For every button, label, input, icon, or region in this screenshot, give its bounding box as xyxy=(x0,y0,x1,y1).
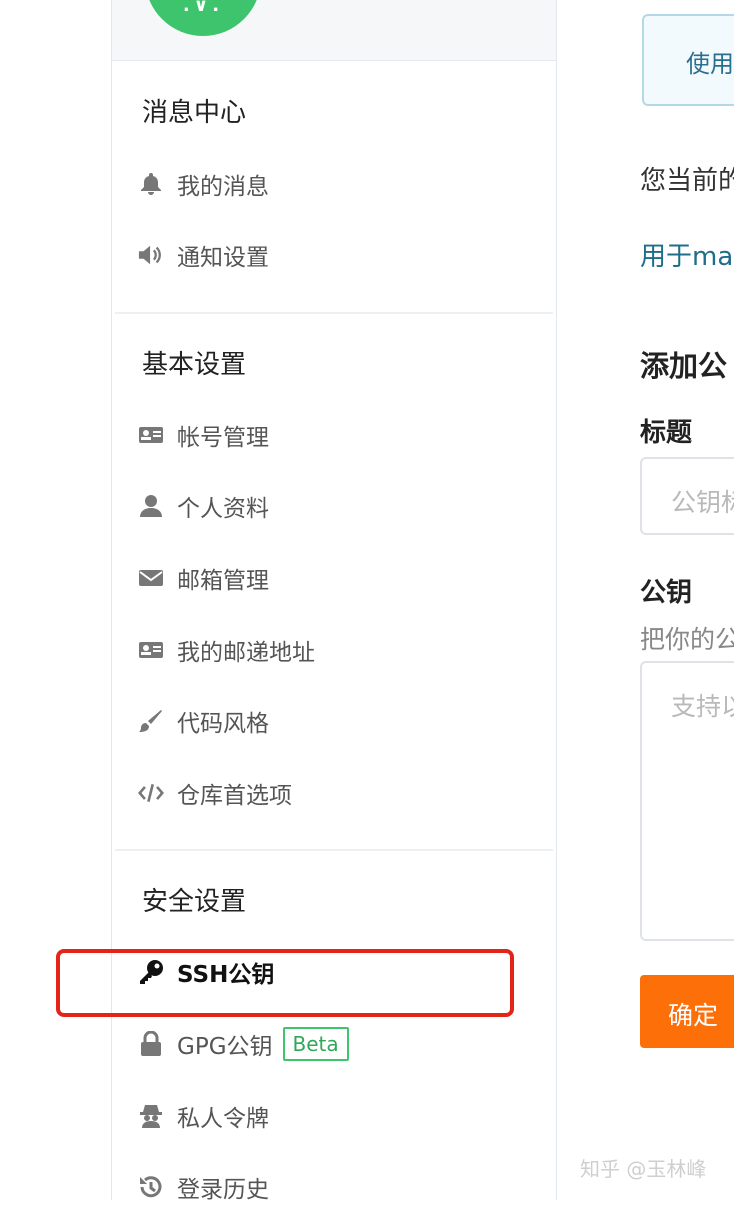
title-label: 标题 xyxy=(640,418,693,448)
settings-sidebar: .∨. 消息中心 我的消息 通知设置 基本设置 帐号管理 个人资料 邮箱管理 我… xyxy=(111,0,557,1203)
current-status-text: 您当前的 xyxy=(640,166,734,196)
title-placeholder: 公钥标 xyxy=(671,488,734,517)
sidebar-item-profile[interactable]: 个人资料 xyxy=(138,486,269,526)
beta-badge: Beta xyxy=(282,1027,349,1061)
section-divider xyxy=(115,312,553,314)
envelope-icon xyxy=(138,565,164,591)
ssh-highlight-annotation xyxy=(56,949,514,1017)
section-title-message-center: 消息中心 xyxy=(142,98,247,128)
sidebar-item-label: 登录历史 xyxy=(177,1177,269,1203)
sidebar-item-login-history[interactable]: 登录历史 xyxy=(138,1167,269,1207)
history-icon xyxy=(138,1174,164,1200)
id-card-icon xyxy=(138,422,164,448)
key-hint: 把你的公 xyxy=(640,625,734,654)
section-title-security-settings: 安全设置 xyxy=(142,887,247,917)
id-card-icon xyxy=(138,637,164,663)
section-divider xyxy=(115,849,553,851)
paint-brush-icon xyxy=(138,708,164,734)
key-label: 公钥 xyxy=(640,578,693,608)
bell-icon xyxy=(138,171,164,197)
sidebar-item-label: 代码风格 xyxy=(177,711,269,737)
avatar[interactable]: .∨. xyxy=(145,0,261,36)
spy-icon xyxy=(138,1103,164,1129)
key-placeholder: 支持以 xyxy=(671,692,734,721)
sidebar-item-label: GPG公钥 xyxy=(177,1034,273,1060)
sidebar-item-account-management[interactable]: 帐号管理 xyxy=(138,415,269,455)
sidebar-item-repo-preferences[interactable]: 仓库首选项 xyxy=(138,773,292,813)
usage-link[interactable]: 用于ma xyxy=(640,236,733,273)
sidebar-item-email-management[interactable]: 邮箱管理 xyxy=(138,558,269,598)
code-icon xyxy=(138,780,164,806)
sidebar-item-code-style[interactable]: 代码风格 xyxy=(138,701,269,741)
user-icon xyxy=(138,493,164,519)
sidebar-item-label: 我的邮递地址 xyxy=(177,640,315,666)
sidebar-header: .∨. xyxy=(112,0,556,61)
sidebar-item-label: 仓库首选项 xyxy=(177,783,292,809)
add-key-heading: 添加公 xyxy=(640,349,728,383)
speaker-icon xyxy=(138,242,164,268)
sidebar-item-label: 我的消息 xyxy=(177,174,269,200)
public-key-textarea[interactable]: 支持以 xyxy=(640,661,734,941)
confirm-button[interactable]: 确定 xyxy=(640,975,734,1048)
lock-icon xyxy=(138,1031,164,1057)
sidebar-item-notification-settings[interactable]: 通知设置 xyxy=(138,235,269,275)
section-title-basic-settings: 基本设置 xyxy=(142,350,247,380)
title-input[interactable]: 公钥标 xyxy=(640,457,734,535)
use-button[interactable]: 使用 xyxy=(642,14,734,106)
sidebar-item-gpg-keys[interactable]: GPG公钥 Beta xyxy=(138,1024,349,1064)
sidebar-item-label: 通知设置 xyxy=(177,245,269,271)
sidebar-item-label: 邮箱管理 xyxy=(177,568,269,594)
sidebar-item-personal-tokens[interactable]: 私人令牌 xyxy=(138,1096,269,1136)
sidebar-item-my-messages[interactable]: 我的消息 xyxy=(138,164,269,204)
watermark: 知乎 @玉林峰 xyxy=(580,1157,707,1181)
sidebar-item-mailing-address[interactable]: 我的邮递地址 xyxy=(138,630,315,670)
sidebar-item-label: 帐号管理 xyxy=(177,425,269,451)
sidebar-item-label: 私人令牌 xyxy=(177,1106,269,1132)
sidebar-item-label: 个人资料 xyxy=(177,496,269,522)
